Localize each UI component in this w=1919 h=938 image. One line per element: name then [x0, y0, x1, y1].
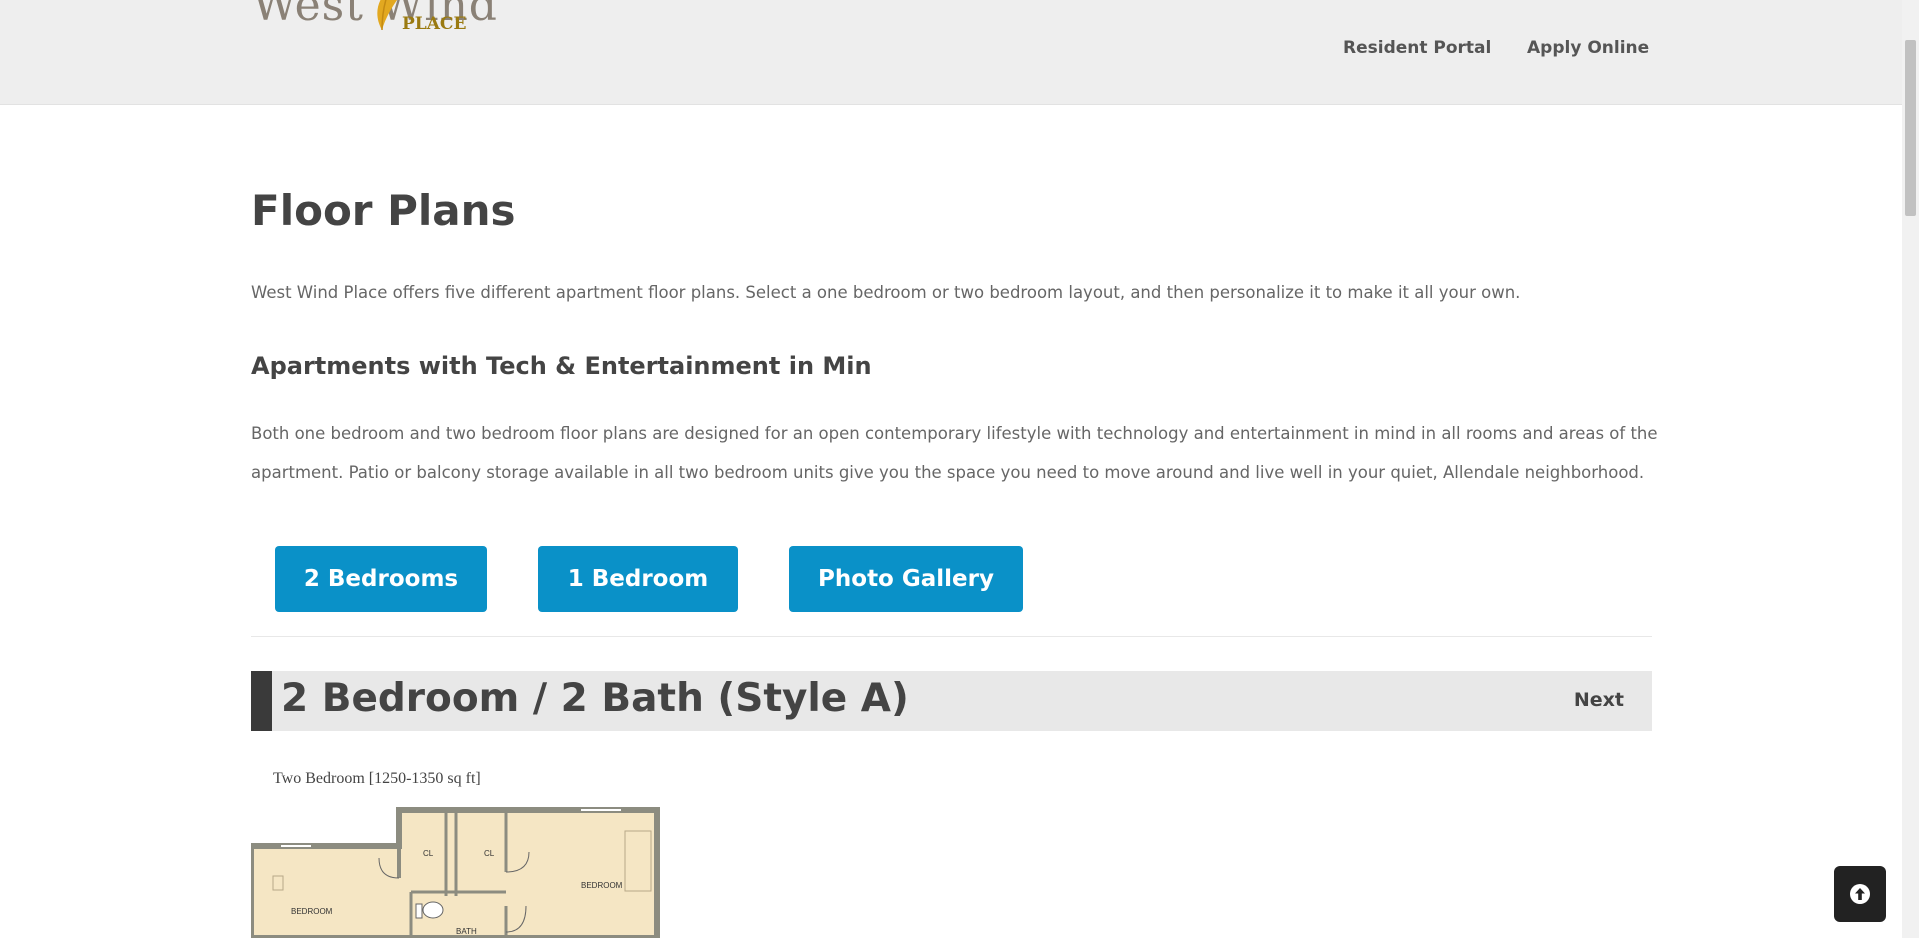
two-bedrooms-button[interactable]: 2 Bedrooms: [275, 546, 487, 612]
nav-resident-portal[interactable]: Resident Portal: [1343, 38, 1491, 58]
page-title: Floor Plans: [251, 186, 516, 235]
scrollbar-thumb[interactable]: [1905, 40, 1916, 216]
page-scrollbar[interactable]: [1902, 0, 1919, 938]
one-bedroom-button[interactable]: 1 Bedroom: [538, 546, 738, 612]
nav-apply-online[interactable]: Apply Online: [1527, 38, 1649, 58]
floor-plan-header: 2 Bedroom / 2 Bath (Style A) Next: [251, 671, 1652, 731]
leaf-icon: [377, 0, 398, 31]
site-logo[interactable]: West Wind PLACE: [252, 0, 512, 38]
section-divider: [251, 636, 1652, 637]
floor-plan-room-label: CL: [484, 849, 495, 858]
floor-plan-room-label: BATH: [456, 927, 477, 936]
plan-header-accent-bar: [251, 671, 272, 731]
floor-plan-room-label: CL: [423, 849, 434, 858]
floor-plan-room-label: BEDROOM: [581, 881, 623, 890]
logo-subtitle: PLACE: [402, 14, 467, 34]
back-to-top-button[interactable]: [1834, 866, 1886, 922]
next-plan-link[interactable]: Next: [1574, 689, 1624, 711]
site-header: West Wind PLACE Resident Portal Apply On…: [0, 0, 1902, 105]
intro-text: West Wind Place offers five different ap…: [251, 283, 1521, 302]
section-subheading: Apartments with Tech & Entertainment in …: [251, 352, 872, 380]
floor-plan-room-label: BEDROOM: [291, 907, 333, 916]
section-body-text: Both one bedroom and two bedroom floor p…: [251, 424, 1658, 482]
floor-plan-caption: Two Bedroom [1250-1350 sq ft]: [273, 770, 481, 787]
floor-plan-image[interactable]: BEDROOM BEDROOM CL CL BATH: [251, 806, 661, 938]
photo-gallery-button[interactable]: Photo Gallery: [789, 546, 1023, 612]
arrow-up-circle-icon: [1850, 884, 1870, 904]
floor-plan-title: 2 Bedroom / 2 Bath (Style A): [281, 676, 909, 721]
